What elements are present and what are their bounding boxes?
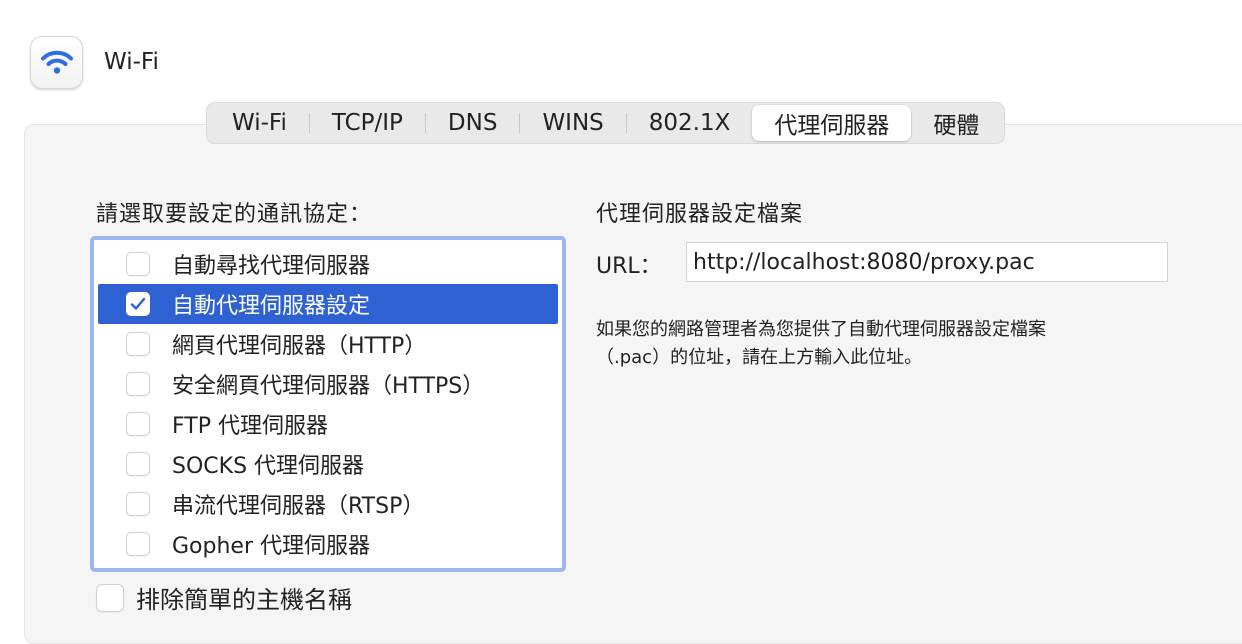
tab-hardware[interactable]: 硬體: [911, 105, 1001, 141]
protocol-row-auto-config[interactable]: 自動代理伺服器設定: [98, 284, 558, 324]
tab-label: WINS: [542, 110, 604, 136]
auto-config-checkbox[interactable]: [126, 292, 150, 316]
tab-bar: Wi-Fi TCP/IP DNS WINS 802.1X 代理伺服器 硬體: [206, 102, 1006, 144]
window-header: Wi-Fi: [30, 34, 159, 90]
tab-label: TCP/IP: [331, 110, 403, 136]
protocol-row-auto-discovery[interactable]: 自動尋找代理伺服器: [98, 244, 558, 284]
protocol-row-socks[interactable]: SOCKS 代理伺服器: [98, 444, 558, 484]
checkmark-icon: [130, 297, 146, 310]
protocol-label: 網頁代理伺服器（HTTP）: [172, 334, 427, 359]
protocol-label: FTP 代理伺服器: [172, 414, 328, 439]
protocol-label: 自動代理伺服器設定: [172, 294, 371, 319]
protocol-label: 安全網頁代理伺服器（HTTPS）: [172, 374, 485, 399]
tab-label: 802.1X: [648, 110, 731, 136]
protocol-label: 自動尋找代理伺服器: [172, 254, 371, 279]
socks-proxy-checkbox[interactable]: [126, 452, 150, 476]
tab-dns[interactable]: DNS: [426, 105, 520, 141]
url-label: URL：: [596, 254, 662, 279]
protocol-label: 串流代理伺服器（RTSP）: [172, 494, 425, 519]
wifi-icon: [40, 50, 73, 74]
protocol-label: Gopher 代理伺服器: [172, 534, 370, 559]
tab-label: DNS: [447, 110, 498, 136]
protocol-label: SOCKS 代理伺服器: [172, 454, 365, 479]
tab-tcpip[interactable]: TCP/IP: [310, 105, 425, 141]
tab-label: 硬體: [933, 113, 980, 139]
tab-proxies[interactable]: 代理伺服器: [752, 105, 912, 141]
exclude-simple-hostnames-checkbox[interactable]: [96, 583, 124, 612]
protocol-row-http[interactable]: 網頁代理伺服器（HTTP）: [98, 324, 558, 364]
help-line: （.pac）的位址，請在上方輸入此位址。: [596, 347, 923, 368]
tab-wins[interactable]: WINS: [520, 105, 625, 141]
https-proxy-checkbox[interactable]: [126, 372, 150, 396]
help-line: 如果您的網路管理者為您提供了自動代理伺服器設定檔案: [596, 319, 1046, 340]
auto-discovery-checkbox[interactable]: [126, 252, 150, 276]
tab-label: Wi-Fi: [232, 110, 287, 136]
tab-8021x[interactable]: 802.1X: [627, 105, 753, 141]
config-file-heading: 代理伺服器設定檔案: [596, 202, 804, 227]
exclude-simple-hostnames-label: 排除簡單的主機名稱: [136, 586, 352, 614]
protocol-row-ftp[interactable]: FTP 代理伺服器: [98, 404, 558, 444]
protocol-list[interactable]: 自動尋找代理伺服器 自動代理伺服器設定 網頁代理伺服器（HTTP） 安全網頁代理…: [90, 236, 566, 572]
tab-wifi[interactable]: Wi-Fi: [210, 105, 309, 141]
wifi-app-icon: [30, 35, 83, 89]
tab-label: 代理伺服器: [774, 113, 890, 139]
protocol-row-https[interactable]: 安全網頁代理伺服器（HTTPS）: [98, 364, 558, 404]
exclude-simple-hostnames[interactable]: 排除簡單的主機名稱: [96, 580, 352, 615]
rtsp-proxy-checkbox[interactable]: [126, 492, 150, 516]
ftp-proxy-checkbox[interactable]: [126, 412, 150, 436]
gopher-proxy-checkbox[interactable]: [126, 532, 150, 556]
protocol-row-rtsp[interactable]: 串流代理伺服器（RTSP）: [98, 484, 558, 524]
http-proxy-checkbox[interactable]: [126, 332, 150, 356]
window-title: Wi-Fi: [104, 49, 159, 75]
protocol-row-gopher[interactable]: Gopher 代理伺服器: [98, 524, 558, 564]
pac-url-input[interactable]: [686, 242, 1168, 282]
pac-help-text: 如果您的網路管理者為您提供了自動代理伺服器設定檔案 （.pac）的位址，請在上方…: [596, 316, 1196, 372]
protocol-list-label: 請選取要設定的通訊協定：: [96, 202, 373, 227]
